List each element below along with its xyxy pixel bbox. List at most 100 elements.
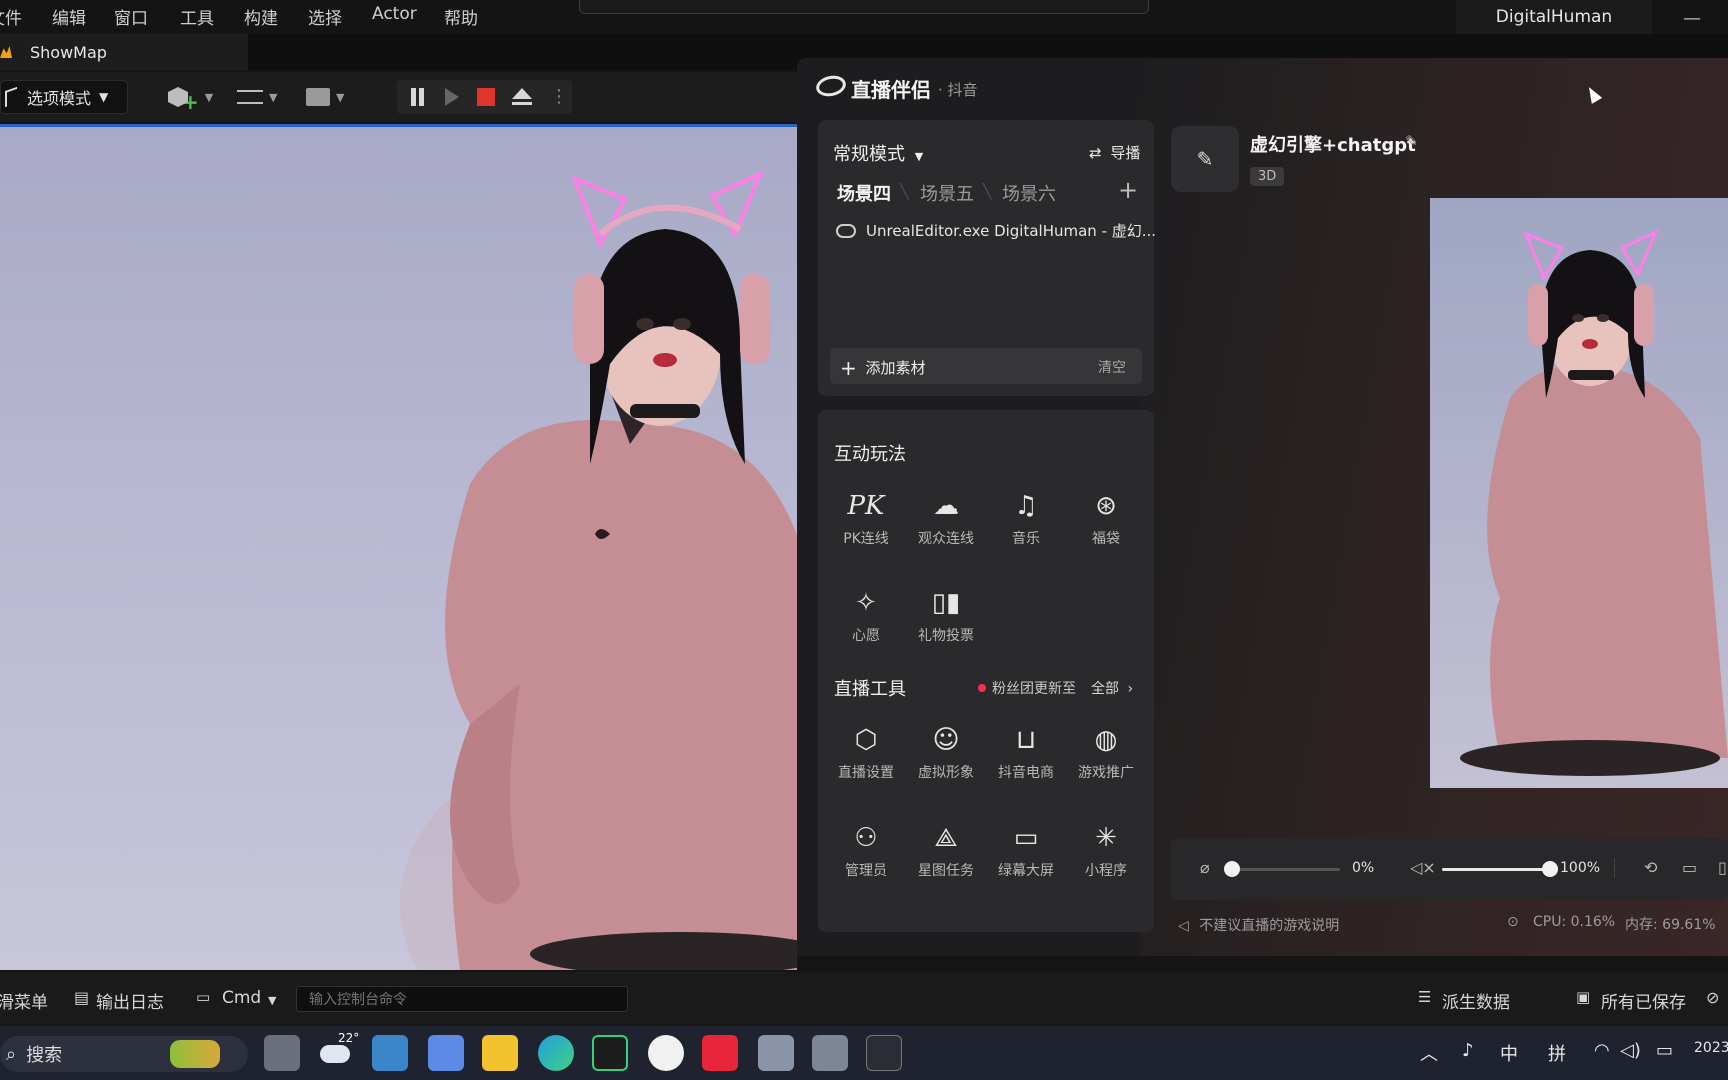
fan-club-notice[interactable]: 粉丝团更新至 bbox=[978, 678, 1076, 698]
level-viewport[interactable] bbox=[0, 124, 797, 970]
weather-widget[interactable]: 22° bbox=[318, 1031, 359, 1071]
hexagon-settings-icon: ⬡ bbox=[854, 725, 878, 755]
ime-language-indicator[interactable]: 中 bbox=[1500, 1040, 1518, 1066]
all-tools-link[interactable]: 全部 › bbox=[1091, 678, 1133, 698]
minimize-button[interactable]: — bbox=[1683, 8, 1701, 29]
edit-title-icon[interactable]: ✎ bbox=[1405, 132, 1418, 150]
search-highlight-icon bbox=[170, 1040, 220, 1068]
wish-button[interactable]: ✧ 心愿 bbox=[826, 585, 906, 645]
clear-sources-button[interactable]: 清空 bbox=[1098, 357, 1126, 377]
monitor-icon: ▭ bbox=[1013, 823, 1039, 853]
mic-volume-knob[interactable] bbox=[1224, 861, 1240, 877]
add-actor-button[interactable]: + ▼ bbox=[168, 84, 214, 114]
menu-window[interactable]: 窗口 bbox=[114, 4, 148, 29]
cmd-dropdown[interactable]: Cmd bbox=[222, 988, 261, 1008]
mini-program-label: 小程序 bbox=[1085, 863, 1127, 879]
taskbar-search-label: 搜索 bbox=[26, 1045, 63, 1066]
screen-mirror-icon[interactable]: ▭ bbox=[1682, 858, 1697, 877]
mode-dropdown[interactable]: 常规模式 ▼ bbox=[833, 140, 923, 166]
admin-button[interactable]: ⚇ 管理员 bbox=[826, 820, 906, 880]
tab-scene-four[interactable]: 场景四 bbox=[837, 180, 891, 206]
pycharm-icon[interactable] bbox=[592, 1035, 628, 1071]
derived-data-button[interactable]: 派生数据 bbox=[1442, 988, 1510, 1013]
console-command-input[interactable] bbox=[296, 986, 628, 1012]
clock-date[interactable]: 2023 bbox=[1694, 1040, 1728, 1056]
global-search-box[interactable] bbox=[579, 0, 1149, 14]
menu-build[interactable]: 构建 bbox=[244, 4, 278, 29]
app-icon-9[interactable] bbox=[812, 1035, 848, 1071]
game-notice-link[interactable]: ◁ 不建议直播的游戏说明 bbox=[1178, 915, 1339, 935]
file-explorer-icon[interactable] bbox=[482, 1035, 518, 1071]
mic-muted-icon[interactable]: ⌀ bbox=[1200, 858, 1210, 877]
virtual-avatar-button[interactable]: ☺ 虚拟形象 bbox=[906, 722, 986, 782]
speaker-volume-knob[interactable] bbox=[1542, 861, 1558, 877]
room-cover-edit-button[interactable]: ✎ bbox=[1171, 126, 1239, 192]
camera-flip-icon[interactable]: ⟲ bbox=[1644, 858, 1657, 877]
more-options-icon[interactable]: ⋮ bbox=[550, 86, 568, 107]
menu-help[interactable]: 帮助 bbox=[444, 4, 478, 29]
app-icon-8[interactable] bbox=[758, 1035, 794, 1071]
microphone-icon[interactable]: ♪ bbox=[1462, 1040, 1474, 1061]
douyin-shop-button[interactable]: ⊔ 抖音电商 bbox=[986, 722, 1066, 782]
pk-link-button[interactable]: PK PK连线 bbox=[826, 488, 906, 548]
green-screen-button[interactable]: ▭ 绿幕大屏 bbox=[986, 820, 1066, 880]
gift-vote-button[interactable]: ▯▮ 礼物投票 bbox=[906, 585, 986, 645]
store-app-icon[interactable] bbox=[428, 1035, 464, 1071]
pause-icon[interactable] bbox=[411, 88, 416, 106]
battery-icon[interactable]: ▭ bbox=[1656, 1040, 1673, 1061]
cinematics-button[interactable]: ▼ bbox=[306, 84, 352, 110]
notification-dot-icon bbox=[978, 684, 986, 692]
source-control-icon[interactable]: ⊘ bbox=[1706, 988, 1719, 1007]
menu-select[interactable]: 选择 bbox=[308, 4, 342, 29]
chevron-down-icon[interactable]: ▼ bbox=[268, 994, 276, 1007]
eject-icon[interactable] bbox=[512, 88, 532, 99]
live-settings-button[interactable]: ⬡ 直播设置 bbox=[826, 722, 906, 782]
music-button[interactable]: ♫ 音乐 bbox=[986, 488, 1066, 548]
menu-edit[interactable]: 编辑 bbox=[52, 4, 86, 29]
pk-icon: PK bbox=[847, 491, 885, 521]
output-log-icon: ▤ bbox=[74, 988, 90, 1007]
task-view-icon[interactable] bbox=[264, 1035, 300, 1071]
add-scene-icon[interactable]: + bbox=[1118, 176, 1138, 204]
wifi-icon[interactable]: ◠ bbox=[1594, 1040, 1610, 1061]
output-log-button[interactable]: 输出日志 bbox=[96, 988, 164, 1013]
tab-scene-five[interactable]: 场景五 bbox=[920, 180, 974, 206]
stop-icon[interactable] bbox=[477, 88, 495, 106]
terminal-app-icon[interactable] bbox=[866, 1035, 902, 1071]
ime-mode-indicator[interactable]: 拼 bbox=[1548, 1040, 1566, 1066]
game-promotion-button[interactable]: ◍ 游戏推广 bbox=[1066, 722, 1146, 782]
chevron-up-icon[interactable]: ︿ bbox=[1420, 1040, 1438, 1066]
selection-mode-dropdown[interactable]: 选项模式 ▼ bbox=[0, 80, 128, 114]
content-drawer-button[interactable]: 内容侧滑菜单 bbox=[0, 988, 48, 1013]
wish-icon: ✧ bbox=[855, 588, 877, 618]
room-title[interactable]: 虚幻引擎+chatgpt bbox=[1250, 131, 1416, 157]
mini-program-button[interactable]: ✳ 小程序 bbox=[1066, 820, 1146, 880]
more-controls-icon[interactable]: ▯ bbox=[1718, 858, 1727, 877]
project-title: DigitalHuman bbox=[1456, 0, 1652, 34]
audience-link-button[interactable]: ☁ 观众连线 bbox=[906, 488, 986, 548]
star-task-button[interactable]: ⟁ 星图任务 bbox=[906, 820, 986, 880]
map-tab[interactable]: ShowMap bbox=[0, 34, 248, 70]
menu-actor[interactable]: Actor bbox=[372, 4, 417, 24]
speaker-muted-icon[interactable]: ◁× bbox=[1410, 858, 1436, 877]
menu-file[interactable]: 文件 bbox=[0, 4, 22, 29]
director-button[interactable]: ⇄ 导播 bbox=[1089, 142, 1140, 163]
live-preview[interactable] bbox=[1430, 198, 1728, 788]
skip-frame-icon[interactable] bbox=[445, 88, 459, 106]
add-source-button[interactable]: + 添加素材 bbox=[840, 356, 926, 380]
all-saved-button[interactable]: 所有已保存 bbox=[1601, 988, 1686, 1013]
volume-icon[interactable]: ◁) bbox=[1620, 1040, 1641, 1061]
mic-volume-slider[interactable] bbox=[1232, 868, 1340, 871]
taskbar-search[interactable]: ⌕ 搜索 bbox=[0, 1036, 248, 1072]
photos-app-icon[interactable] bbox=[372, 1035, 408, 1071]
unreal-engine-icon[interactable] bbox=[648, 1035, 684, 1071]
lucky-bag-button[interactable]: ⊛ 福袋 bbox=[1066, 488, 1146, 548]
blueprint-button[interactable]: ▼ bbox=[237, 84, 283, 110]
mode-label: 常规模式 bbox=[833, 144, 905, 165]
douyin-live-icon[interactable] bbox=[702, 1035, 738, 1071]
tab-scene-six[interactable]: 场景六 bbox=[1002, 180, 1056, 206]
menu-tools[interactable]: 工具 bbox=[180, 4, 214, 29]
source-item[interactable]: UnrealEditor.exe DigitalHuman - 虚幻... bbox=[836, 220, 1156, 241]
edge-browser-icon[interactable] bbox=[538, 1035, 574, 1071]
chevron-down-icon: ▼ bbox=[269, 90, 278, 104]
